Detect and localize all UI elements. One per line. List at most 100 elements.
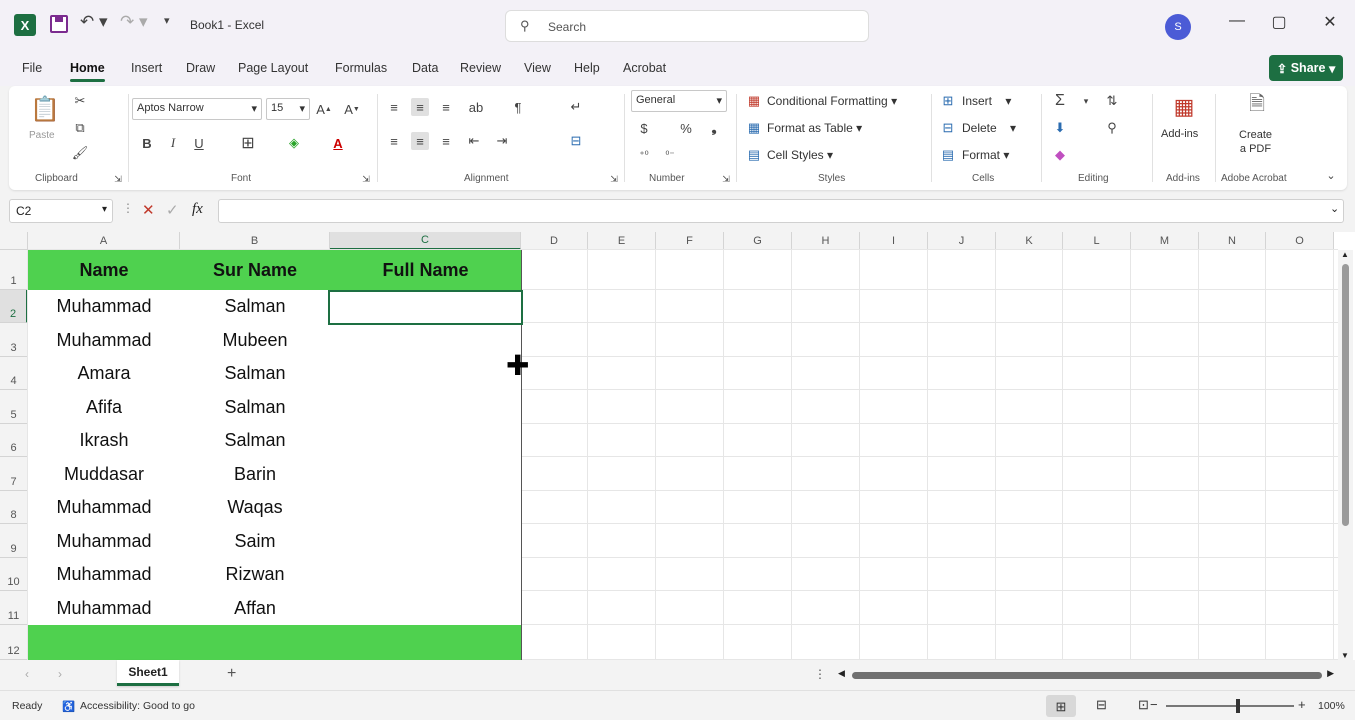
worksheet-grid[interactable]: ABCDEFGHIJKLMNO 1 2 3 4 5 6 7 8 9 10 11 12 Name Sur … bbox=[0, 232, 1355, 660]
tab-data[interactable]: Data bbox=[412, 61, 438, 75]
column-header-b[interactable]: B bbox=[180, 232, 330, 250]
paste-icon[interactable]: 📋 bbox=[30, 94, 60, 124]
minimize-button[interactable]: — bbox=[1222, 12, 1252, 30]
fill-icon[interactable]: ⬇ bbox=[1051, 119, 1069, 137]
data-cell[interactable]: Salman bbox=[180, 290, 331, 324]
tab-formulas[interactable]: Formulas bbox=[335, 61, 387, 75]
column-header-a[interactable]: A bbox=[28, 232, 180, 250]
increase-decimal-icon[interactable]: ⁺⁰ bbox=[635, 146, 653, 164]
comma-icon[interactable]: ❟ bbox=[705, 119, 723, 137]
underline-icon[interactable]: U bbox=[190, 134, 208, 152]
header-cell[interactable]: Name bbox=[28, 250, 181, 291]
currency-icon[interactable]: $ bbox=[635, 119, 653, 137]
merge-center-icon[interactable]: ⊟ bbox=[567, 132, 585, 150]
data-cell[interactable]: Affan bbox=[180, 591, 331, 626]
column-header-e[interactable]: E bbox=[588, 232, 656, 250]
vertical-scrollbar[interactable]: ▲ ▼ bbox=[1338, 250, 1353, 660]
copy-icon[interactable]: ⧉ bbox=[71, 119, 89, 137]
data-cell[interactable]: Afifa bbox=[28, 390, 181, 425]
scroll-up-icon[interactable]: ▲ bbox=[1341, 250, 1349, 259]
data-cell[interactable]: Muhammad bbox=[28, 290, 181, 324]
sheet-tab-sheet1[interactable]: Sheet1 bbox=[117, 660, 179, 686]
insert-cells-icon[interactable]: ⊞ bbox=[939, 92, 957, 110]
number-launcher-icon[interactable]: ⇲ bbox=[717, 170, 735, 188]
format-as-table-icon[interactable]: ▦ bbox=[745, 119, 763, 137]
sort-filter-icon[interactable]: ⇅ bbox=[1103, 92, 1121, 110]
footer-cell[interactable] bbox=[28, 625, 181, 660]
data-cell[interactable]: Saim bbox=[180, 524, 331, 559]
tab-draw[interactable]: Draw bbox=[186, 61, 215, 75]
select-all-corner[interactable] bbox=[0, 232, 28, 250]
font-size-select[interactable]: 15 ▾ bbox=[266, 98, 310, 120]
orientation-icon[interactable]: ab bbox=[467, 98, 485, 116]
scroll-down-icon[interactable]: ▼ bbox=[1341, 651, 1349, 660]
tab-page-layout[interactable]: Page Layout bbox=[238, 61, 308, 75]
autosum-icon[interactable]: Σ bbox=[1051, 92, 1069, 110]
data-cell[interactable]: Muhammad bbox=[28, 323, 181, 358]
data-cell[interactable]: Muhammad bbox=[28, 558, 181, 592]
data-cell[interactable] bbox=[330, 457, 522, 492]
create-pdf-button[interactable]: Create a PDF bbox=[1239, 128, 1272, 156]
scroll-left-icon[interactable]: ◀ bbox=[838, 668, 845, 679]
footer-cell[interactable] bbox=[180, 625, 331, 660]
row-header-10[interactable]: 10 bbox=[0, 558, 28, 591]
column-header-h[interactable]: H bbox=[792, 232, 860, 250]
prev-sheet-icon[interactable]: ‹ bbox=[25, 667, 29, 681]
data-cell[interactable] bbox=[330, 524, 522, 559]
header-cell[interactable]: Sur Name bbox=[180, 250, 331, 291]
data-cell[interactable]: Rizwan bbox=[180, 558, 331, 592]
normal-view-icon[interactable]: ⊞ bbox=[1046, 695, 1076, 717]
font-launcher-icon[interactable]: ⇲ bbox=[357, 170, 375, 188]
number-format-select[interactable]: General ▾ bbox=[631, 90, 727, 112]
create-pdf-icon[interactable]: 🗎 bbox=[1243, 92, 1271, 120]
data-cell[interactable]: Salman bbox=[180, 424, 331, 458]
footer-cell[interactable] bbox=[330, 625, 522, 660]
tab-insert[interactable]: Insert bbox=[131, 61, 162, 75]
decrease-decimal-icon[interactable]: ⁰⁻ bbox=[661, 146, 679, 164]
cell-styles-button[interactable]: Cell Styles ▾ bbox=[767, 148, 833, 162]
clear-icon[interactable]: ◆ bbox=[1051, 146, 1069, 164]
data-cell[interactable]: Amara bbox=[28, 357, 181, 391]
format-cells-icon[interactable]: ▤ bbox=[939, 146, 957, 164]
font-name-select[interactable]: Aptos Narrow ▾ bbox=[132, 98, 262, 120]
clipboard-launcher-icon[interactable]: ⇲ bbox=[109, 170, 127, 188]
tab-split-icon[interactable]: ⋮ bbox=[814, 667, 826, 681]
vertical-scroll-thumb[interactable] bbox=[1342, 264, 1349, 526]
next-sheet-icon[interactable]: › bbox=[58, 667, 62, 681]
data-cell[interactable]: Muhammad bbox=[28, 591, 181, 626]
fill-color-icon[interactable]: ◈ bbox=[285, 134, 303, 152]
row-header-1[interactable]: 1 bbox=[0, 250, 28, 290]
wrap-text-icon[interactable]: ↵ bbox=[567, 98, 585, 116]
save-icon[interactable] bbox=[50, 15, 68, 33]
column-header-k[interactable]: K bbox=[996, 232, 1063, 250]
column-header-l[interactable]: L bbox=[1063, 232, 1131, 250]
font-color-icon[interactable]: A bbox=[329, 134, 347, 152]
data-cell[interactable] bbox=[330, 424, 522, 458]
data-cell[interactable] bbox=[330, 357, 522, 391]
horizontal-scrollbar[interactable]: ◀ ▶ bbox=[836, 668, 1334, 682]
cut-icon[interactable]: ✂ bbox=[71, 92, 89, 110]
alignment-launcher-icon[interactable]: ⇲ bbox=[605, 170, 623, 188]
row-header-12[interactable]: 12 bbox=[0, 625, 28, 660]
column-header-i[interactable]: I bbox=[860, 232, 928, 250]
column-header-f[interactable]: F bbox=[656, 232, 724, 250]
accessibility-status[interactable]: Accessibility: Good to go bbox=[80, 700, 195, 712]
format-painter-icon[interactable]: 🖌 bbox=[71, 144, 89, 162]
paste-label[interactable]: Paste bbox=[29, 130, 55, 141]
italic-icon[interactable]: I bbox=[164, 134, 182, 152]
data-cell[interactable]: Barin bbox=[180, 457, 331, 492]
header-cell[interactable]: Full Name bbox=[330, 250, 522, 291]
data-cell[interactable] bbox=[330, 558, 522, 592]
tab-home[interactable]: Home bbox=[70, 61, 105, 82]
undo-icon[interactable]: ↶ ▾ bbox=[80, 12, 108, 32]
avatar[interactable]: S bbox=[1165, 14, 1191, 40]
row-header-4[interactable]: 4 bbox=[0, 357, 28, 390]
horizontal-scroll-thumb[interactable] bbox=[852, 672, 1322, 679]
delete-cells-button[interactable]: Delete ▾ bbox=[962, 121, 1016, 135]
name-box[interactable]: C2 ▾ bbox=[9, 199, 113, 223]
data-cell[interactable]: Mubeen bbox=[180, 323, 331, 358]
bold-icon[interactable]: B bbox=[138, 134, 156, 152]
row-header-7[interactable]: 7 bbox=[0, 457, 28, 491]
conditional-formatting-icon[interactable]: ▦ bbox=[745, 92, 763, 110]
column-header-g[interactable]: G bbox=[724, 232, 792, 250]
